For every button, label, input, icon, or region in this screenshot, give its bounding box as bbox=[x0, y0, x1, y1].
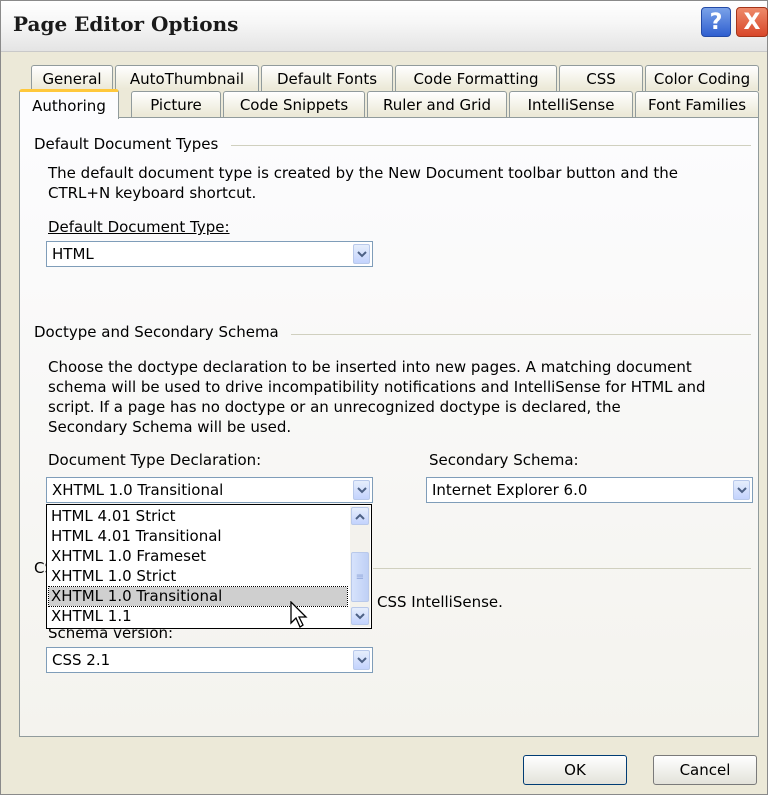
chevron-up-icon bbox=[355, 513, 365, 520]
secondary-schema-value: Internet Explorer 6.0 bbox=[432, 481, 588, 499]
doctype-description-line4: Secondary Schema will be used. bbox=[48, 418, 292, 436]
tab-picture[interactable]: Picture bbox=[131, 91, 221, 117]
default-document-type-select[interactable]: HTML bbox=[46, 241, 373, 267]
document-type-declaration-select[interactable]: XHTML 1.0 Transitional bbox=[46, 477, 373, 503]
group-divider bbox=[373, 568, 751, 569]
close-button[interactable]: X bbox=[736, 7, 768, 37]
dialog-title: Page Editor Options bbox=[13, 12, 239, 36]
secondary-schema-label: Secondary Schema: bbox=[429, 451, 579, 469]
secondary-schema-select[interactable]: Internet Explorer 6.0 bbox=[426, 477, 753, 503]
tab-row-back: General AutoThumbnail Default Fonts Code… bbox=[29, 65, 761, 92]
doctype-group-label: Doctype and Secondary Schema bbox=[34, 323, 279, 341]
ok-button[interactable]: OK bbox=[523, 755, 627, 785]
tab-ruler-and-grid[interactable]: Ruler and Grid bbox=[367, 91, 507, 117]
tab-autothumbnail[interactable]: AutoThumbnail bbox=[115, 65, 259, 91]
dropdown-option[interactable]: XHTML 1.1 bbox=[49, 607, 132, 626]
chevron-down-icon[interactable] bbox=[353, 650, 370, 670]
chevron-down-icon[interactable] bbox=[353, 244, 370, 264]
tab-css[interactable]: CSS bbox=[559, 65, 643, 91]
tab-code-snippets[interactable]: Code Snippets bbox=[223, 91, 365, 117]
close-icon: X bbox=[743, 9, 761, 35]
doctype-dropdown-list[interactable]: HTML 4.01 Strict HTML 4.01 Transitional … bbox=[46, 504, 372, 629]
help-icon: ? bbox=[709, 9, 723, 35]
default-doc-description-line2: CTRL+N keyboard shortcut. bbox=[48, 184, 257, 202]
scroll-up-button[interactable] bbox=[351, 507, 369, 525]
css-description-partial: CSS IntelliSense. bbox=[377, 593, 503, 611]
default-document-type-value: HTML bbox=[52, 245, 94, 263]
doctype-description-line2: schema will be used to drive incompatibi… bbox=[48, 378, 706, 396]
tab-general[interactable]: General bbox=[31, 65, 113, 91]
default-document-type-label: Default Document Type: bbox=[48, 217, 230, 237]
help-button[interactable]: ? bbox=[701, 7, 731, 37]
cancel-button[interactable]: Cancel bbox=[653, 755, 757, 785]
doctype-description-line3: script. If a page has no doctype or an u… bbox=[48, 398, 621, 416]
scroll-thumb[interactable]: ≡ bbox=[351, 552, 369, 602]
default-document-types-group-label: Default Document Types bbox=[34, 135, 219, 153]
tab-authoring[interactable]: Authoring bbox=[19, 89, 119, 119]
chevron-down-icon[interactable] bbox=[353, 480, 370, 500]
dialog-window: Page Editor Options ? X General AutoThum… bbox=[0, 0, 768, 795]
doctype-description-line1: Choose the doctype declaration to be ins… bbox=[48, 358, 692, 376]
dropdown-option[interactable]: XHTML 1.0 Strict bbox=[49, 567, 176, 586]
dropdown-option[interactable]: XHTML 1.0 Frameset bbox=[49, 547, 206, 566]
tab-font-families[interactable]: Font Families bbox=[635, 91, 759, 117]
document-type-declaration-value: XHTML 1.0 Transitional bbox=[52, 481, 224, 499]
tab-intellisense[interactable]: IntelliSense bbox=[509, 91, 633, 117]
css-schema-version-select[interactable]: CSS 2.1 bbox=[46, 647, 373, 673]
chevron-down-icon[interactable] bbox=[733, 480, 750, 500]
chevron-down-icon bbox=[355, 612, 365, 619]
tab-row-front: Authoring Picture Code Snippets Ruler an… bbox=[19, 89, 761, 119]
dropdown-option[interactable]: HTML 4.01 Transitional bbox=[49, 527, 222, 546]
group-divider bbox=[291, 334, 751, 335]
scroll-down-button[interactable] bbox=[351, 607, 369, 625]
title-bar[interactable]: Page Editor Options ? X bbox=[1, 1, 768, 52]
tab-color-coding[interactable]: Color Coding bbox=[645, 65, 759, 91]
mouse-cursor-icon bbox=[290, 601, 308, 628]
default-doc-type-label-text: Default Document Type: bbox=[48, 218, 230, 236]
dropdown-option[interactable]: HTML 4.01 Strict bbox=[49, 507, 176, 526]
default-doc-description-line1: The default document type is created by … bbox=[48, 164, 679, 182]
css-schema-version-value: CSS 2.1 bbox=[52, 651, 111, 669]
dropdown-scrollbar[interactable]: ≡ bbox=[350, 506, 370, 627]
tab-code-formatting[interactable]: Code Formatting bbox=[395, 65, 557, 91]
document-type-declaration-label: Document Type Declaration: bbox=[48, 451, 262, 469]
tab-default-fonts[interactable]: Default Fonts bbox=[261, 65, 393, 91]
group-divider bbox=[231, 145, 751, 146]
